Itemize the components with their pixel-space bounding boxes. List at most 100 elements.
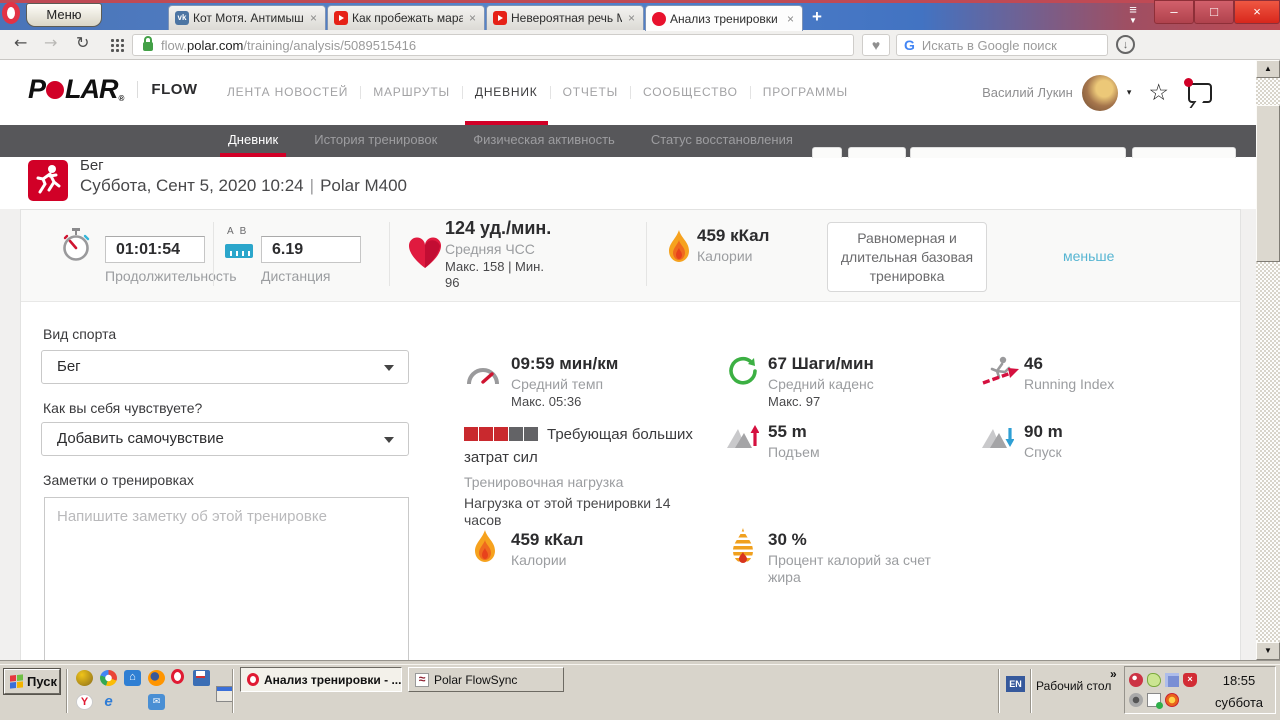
browser-titlebar: Меню vkКот Мотя. Антимышовая ко×Как проб… <box>0 0 1280 30</box>
brand[interactable]: PLAR® FLOW <box>28 74 198 105</box>
training-card: Продолжительность AB Дистанция <box>20 209 1241 660</box>
calories-value: 459 кКал <box>697 226 769 246</box>
tab-close-icon[interactable]: × <box>785 12 796 26</box>
user-caret-icon[interactable]: ▾ <box>1127 87 1132 98</box>
avatar[interactable] <box>1082 75 1118 111</box>
nav-item-5[interactable]: СООБЩЕСТВО <box>631 60 750 125</box>
nav-item-2[interactable]: МАРШРУТЫ <box>361 60 462 125</box>
fat-percent-stat: 30 % Процент калорий за счет жира <box>768 530 946 586</box>
task-button-flowsync[interactable]: ≈ Polar FlowSync <box>408 667 564 692</box>
notification-dot <box>1184 78 1193 87</box>
quicklaunch-antivirus-icon[interactable] <box>76 670 93 686</box>
new-tab-button[interactable]: + <box>806 7 828 27</box>
sport-select[interactable]: Бег <box>41 350 409 384</box>
feeling-select[interactable]: Добавить самочувствие <box>41 422 409 456</box>
hidden-control-box <box>848 147 906 158</box>
taskbar-divider <box>998 669 1000 713</box>
speed-dial-icon[interactable] <box>110 38 124 52</box>
clock-day: суббота <box>1209 695 1269 710</box>
scroll-down-button[interactable]: ▼ <box>1256 642 1280 660</box>
language-indicator[interactable]: EN <box>1006 676 1025 692</box>
ascent-label: Подъем <box>768 444 820 460</box>
tray-target-icon[interactable] <box>1165 693 1179 707</box>
hidden-control-box <box>910 147 1126 158</box>
show-less-link[interactable]: меньше <box>1063 248 1114 264</box>
quicklaunch-opera-icon[interactable] <box>171 669 184 684</box>
browser-tab[interactable]: Анализ тренировки - Polar F× <box>645 5 803 31</box>
tab-menu-icon[interactable]: ≡▼ <box>1120 4 1146 26</box>
start-button[interactable]: Пуск <box>4 669 60 694</box>
favorites-star-icon[interactable]: ☆ <box>1148 79 1169 106</box>
polar-logo: PLAR® <box>28 74 124 105</box>
bookmark-heart-icon[interactable]: ♥ <box>862 34 890 56</box>
user-name[interactable]: Василий Лукин <box>982 85 1073 100</box>
subnav-item-4[interactable]: Статус восстановления <box>651 125 793 157</box>
toolbar-chevron[interactable]: » <box>1110 667 1117 681</box>
tab-title: Кот Мотя. Антимышовая ко <box>193 11 304 25</box>
close-button[interactable]: × <box>1234 0 1280 24</box>
tab-menu-caret: ▼ <box>1120 15 1146 26</box>
download-icon[interactable]: ↓ <box>1116 35 1135 54</box>
tab-close-icon[interactable]: × <box>308 11 319 25</box>
pace-stat: 09:59 мин/км Средний темп Макс. 05:36 <box>511 354 618 409</box>
tray-puzzle-icon[interactable] <box>1165 673 1179 687</box>
calories-stat: 459 кКал Калории <box>697 226 769 264</box>
browser-tab[interactable]: Как пробежать марафон - × <box>327 5 485 30</box>
scroll-up-button[interactable]: ▲ <box>1256 60 1280 78</box>
notes-textarea[interactable] <box>44 497 409 660</box>
task-button-opera[interactable]: Анализ тренировки - ... <box>240 667 402 692</box>
quicklaunch-yandex-icon[interactable]: Y <box>76 694 93 710</box>
opera-logo-icon <box>2 2 24 28</box>
browser-tab[interactable]: Невероятная речь Михеева× <box>486 5 644 30</box>
load-subtitle: Тренировочная нагрузка <box>464 472 706 493</box>
minimize-button[interactable]: – <box>1154 0 1194 24</box>
distance-input[interactable] <box>261 236 361 263</box>
nav-item-6[interactable]: ПРОГРАММЫ <box>751 60 860 125</box>
running-sport-icon <box>28 160 68 201</box>
search-input[interactable] <box>922 38 1100 53</box>
notifications-icon[interactable] <box>1188 83 1212 103</box>
pace-label: Средний темп <box>511 376 618 392</box>
page-scrollbar[interactable]: ▲ ▼ <box>1256 60 1280 660</box>
search-box[interactable]: G <box>896 34 1108 56</box>
nav-item-4[interactable]: ОТЧЕТЫ <box>551 60 630 125</box>
quicklaunch-save-icon[interactable] <box>193 670 210 686</box>
tab-close-icon[interactable]: × <box>467 11 478 25</box>
ascent-icon <box>727 422 759 450</box>
tray-leaf-icon[interactable] <box>1147 673 1161 687</box>
tray-webcam-icon[interactable] <box>1129 693 1143 707</box>
quicklaunch-firefox-icon[interactable] <box>148 670 165 686</box>
stopwatch-icon <box>61 228 91 262</box>
cadence-value: 67 Шаги/мин <box>768 354 874 374</box>
calories2-stat: 459 кКал Калории <box>511 530 583 568</box>
tray-security-shield-icon[interactable]: × <box>1183 673 1197 687</box>
quicklaunch-chrome-icon[interactable] <box>100 670 117 686</box>
duration-input[interactable] <box>105 236 205 263</box>
subnav-item-3[interactable]: Физическая активность <box>473 125 615 157</box>
tray-alert-icon[interactable] <box>1129 673 1143 687</box>
address-bar[interactable]: flow.polar.com/training/analysis/5089515… <box>132 34 854 56</box>
tab-close-icon[interactable]: × <box>626 11 637 25</box>
nav-item-1[interactable]: ЛЕНТА НОВОСТЕЙ <box>215 60 360 125</box>
nav-item-3[interactable]: ДНЕВНИК <box>463 60 550 125</box>
quicklaunch-ie-icon[interactable]: e <box>100 694 117 710</box>
desktop-toolbar-label[interactable]: Рабочий стол <box>1036 679 1111 693</box>
subnav-item-1[interactable]: Дневник <box>228 125 278 157</box>
forward-icon[interactable]: → <box>44 33 57 52</box>
browser-menu-button[interactable]: Меню <box>26 3 102 27</box>
quicklaunch-show-desktop-icon[interactable] <box>216 686 233 702</box>
training-datetime: Суббота, Сент 5, 2020 10:24|Polar M400 <box>80 176 407 196</box>
divider <box>213 222 214 286</box>
reload-icon[interactable]: ↻ <box>76 33 89 52</box>
back-icon[interactable]: ← <box>14 33 27 52</box>
browser-tab[interactable]: vkКот Мотя. Антимышовая ко× <box>168 5 326 30</box>
maximize-button[interactable]: □ <box>1194 0 1234 24</box>
quicklaunch-mail-icon[interactable]: ✉ <box>148 694 165 710</box>
subnav-item-2[interactable]: История тренировок <box>314 125 437 157</box>
scrollbar-thumb[interactable] <box>1256 105 1280 262</box>
url-text: flow.polar.com/training/analysis/5089515… <box>161 38 416 53</box>
descent-label: Спуск <box>1024 444 1063 460</box>
quicklaunch-home-icon[interactable]: ⌂ <box>124 670 141 686</box>
pace-max: Макс. 05:36 <box>511 394 618 409</box>
tray-sync-icon[interactable] <box>1147 693 1161 707</box>
